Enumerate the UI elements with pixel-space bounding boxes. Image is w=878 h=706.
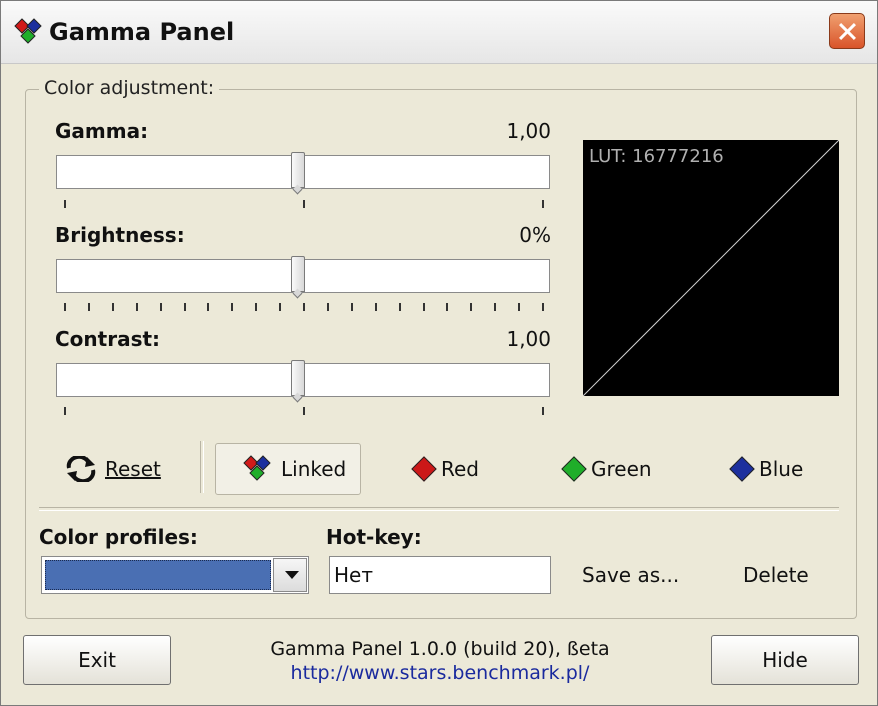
brightness-tick <box>326 303 329 311</box>
rgb-diamonds-icon <box>243 455 271 481</box>
color-adjustment-legend: Color adjustment: <box>39 77 220 99</box>
exit-label: Exit <box>78 648 116 672</box>
green-diamond-icon <box>561 456 587 482</box>
chevron-down-icon <box>285 571 299 579</box>
brightness-tick <box>159 303 162 311</box>
delete-button[interactable]: Delete <box>743 563 809 587</box>
reset-label: Reset <box>105 457 161 481</box>
gamma-slider-thumb[interactable] <box>291 152 305 188</box>
version-text: Gamma Panel 1.0.0 (build 20), ßeta <box>270 638 610 660</box>
exit-button[interactable]: Exit <box>23 635 171 685</box>
gamma-label: Gamma: <box>55 119 149 143</box>
brightness-tick <box>111 303 114 311</box>
rgb-diamonds-icon <box>14 18 42 44</box>
gamma-curve <box>583 140 839 396</box>
contrast-tick <box>303 407 305 415</box>
contrast-tick <box>542 407 544 415</box>
section-separator <box>39 507 839 511</box>
dropdown-button[interactable] <box>273 558 307 592</box>
red-label: Red <box>441 457 479 481</box>
color-profiles-label: Color profiles: <box>39 525 198 549</box>
brightness-tick <box>350 303 353 311</box>
brightness-tick <box>183 303 186 311</box>
brightness-tick <box>255 303 258 311</box>
blue-button[interactable]: Blue <box>729 443 804 495</box>
brightness-tick <box>470 303 473 311</box>
gamma-tick <box>542 200 544 208</box>
brightness-tick <box>231 303 234 311</box>
lut-preview: LUT: 16777216 <box>583 140 839 396</box>
brightness-tick <box>279 303 282 311</box>
title-bar[interactable]: Gamma Panel <box>1 1 877 64</box>
linked-label: Linked <box>281 457 347 481</box>
contrast-tick <box>64 407 66 415</box>
close-icon[interactable] <box>829 13 865 49</box>
brightness-slider-thumb[interactable] <box>291 256 305 292</box>
blue-diamond-icon <box>729 456 755 482</box>
brightness-tick <box>422 303 425 311</box>
green-button[interactable]: Green <box>561 443 652 495</box>
save-as-button[interactable]: Save as... <box>582 563 679 587</box>
brightness-tick <box>518 303 521 311</box>
red-button[interactable]: Red <box>411 443 479 495</box>
reset-button[interactable]: Reset <box>65 443 161 495</box>
brightness-tick <box>446 303 449 311</box>
linked-button[interactable]: Linked <box>241 443 346 495</box>
gamma-tick <box>303 200 305 208</box>
gamma-value: 1,00 <box>506 119 551 143</box>
lut-count: LUT: 16777216 <box>589 146 724 167</box>
hotkey-input[interactable]: Нет <box>329 556 551 594</box>
brightness-tick <box>542 303 544 311</box>
refresh-icon <box>66 456 96 482</box>
brightness-tick <box>135 303 138 311</box>
blue-label: Blue <box>759 457 804 481</box>
gamma-panel-window: Gamma Panel Color adjustment: Gamma: 1,0… <box>0 0 878 706</box>
red-diamond-icon <box>411 456 437 482</box>
brightness-label: Brightness: <box>55 223 185 247</box>
contrast-slider-thumb[interactable] <box>291 360 305 396</box>
brightness-tick <box>303 303 305 311</box>
color-profiles-select[interactable] <box>41 556 309 594</box>
brightness-tick <box>374 303 377 311</box>
brightness-tick <box>398 303 401 311</box>
brightness-value: 0% <box>519 223 551 247</box>
hide-button[interactable]: Hide <box>711 635 859 685</box>
brightness-tick <box>64 303 66 311</box>
brightness-tick <box>494 303 497 311</box>
gamma-tick <box>64 200 66 208</box>
brightness-tick <box>87 303 90 311</box>
brightness-tick <box>207 303 210 311</box>
green-label: Green <box>591 457 652 481</box>
contrast-value: 1,00 <box>506 327 551 351</box>
channel-separator <box>200 441 204 493</box>
hide-label: Hide <box>762 648 808 672</box>
contrast-label: Contrast: <box>55 327 161 351</box>
website-link[interactable]: http://www.stars.benchmark.pl/ <box>201 662 679 684</box>
window-title: Gamma Panel <box>49 18 235 46</box>
selected-profile <box>45 560 271 590</box>
hotkey-label: Hot-key: <box>326 525 422 549</box>
